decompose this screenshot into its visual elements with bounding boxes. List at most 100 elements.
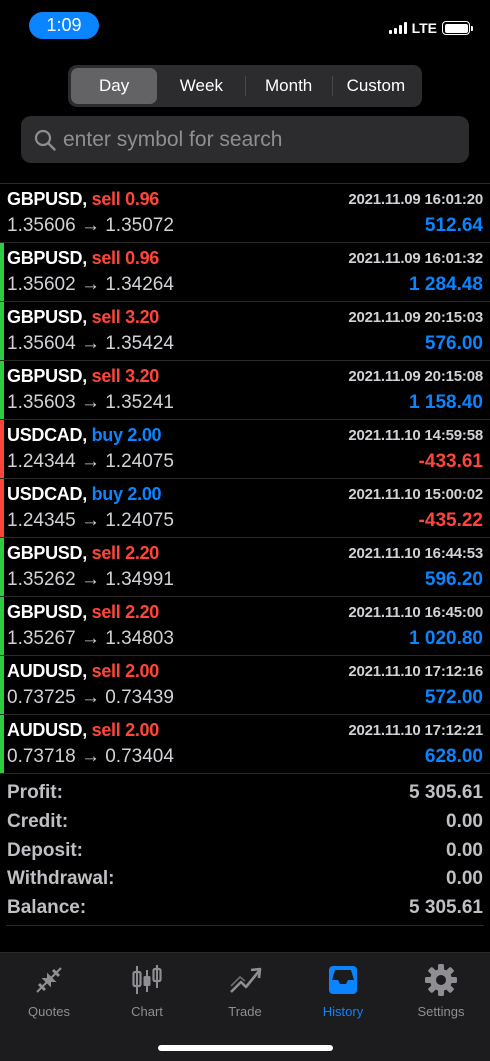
deal-status-bar [0, 597, 4, 655]
search-input[interactable] [63, 127, 463, 152]
summary-label: Balance: [7, 897, 87, 919]
deal-title: GBPUSD, sell 2.20 [7, 602, 159, 623]
deal-volume: 0.96 [125, 248, 159, 268]
deal-row[interactable]: GBPUSD, sell 0.96 2021.11.09 16:01:20 1.35… [0, 184, 490, 243]
deal-profit: -435.22 [418, 510, 483, 531]
deal-side: sell [91, 661, 121, 681]
deal-status-bar [0, 656, 4, 714]
deal-symbol: GBPUSD, [7, 189, 87, 209]
tabbar-settings[interactable]: Settings [392, 953, 490, 1025]
tabbar-settings-label: Settings [417, 1004, 465, 1019]
deal-prices: 0.73725 → 0.73439 [7, 687, 174, 708]
deal-profit: 596.20 [424, 569, 483, 590]
summary-row: Withdrawal: 0.00 [0, 865, 490, 894]
summary-label: Deposit: [7, 839, 83, 861]
tab-custom-label: Custom [346, 76, 406, 95]
search-bar[interactable] [21, 116, 469, 163]
tab-month[interactable]: Month [246, 68, 332, 104]
deal-row[interactable]: AUDUSD, sell 2.00 2021.11.10 17:12:21 0.73… [0, 715, 490, 774]
deal-time: 2021.11.10 17:12:16 [348, 663, 483, 680]
period-segmented-control: Day Week Month Custom [68, 65, 422, 107]
candlestick-chart-icon [132, 965, 162, 994]
deal-row[interactable]: GBPUSD, sell 0.96 2021.11.09 16:01:32 1.35… [0, 243, 490, 302]
deal-side: sell [91, 248, 121, 268]
tabbar-chart[interactable]: Chart [98, 953, 196, 1025]
deal-status-bar [0, 184, 4, 242]
deal-prices: 1.24344 → 1.24075 [7, 451, 174, 472]
battery-icon [442, 21, 473, 35]
deal-volume: 2.00 [127, 425, 162, 445]
deal-status-bar [0, 479, 4, 537]
deal-row[interactable]: USDCAD, buy 2.00 2021.11.10 15:00:02 1.243… [0, 479, 490, 538]
tab-day-label: Day [99, 76, 130, 95]
deal-side: sell [91, 543, 121, 563]
deal-volume: 2.20 [125, 602, 159, 622]
deal-time: 2021.11.10 15:00:02 [348, 486, 483, 503]
tabbar-history[interactable]: History [294, 953, 392, 1025]
tab-month-label: Month [265, 76, 313, 95]
tab-week[interactable]: Week [158, 68, 244, 104]
deal-row[interactable]: GBPUSD, sell 2.20 2021.11.10 16:45:00 1.35… [0, 597, 490, 656]
deal-volume: 3.20 [125, 366, 159, 386]
status-time[interactable]: 1:09 [29, 12, 99, 39]
status-indicators: LTE [388, 20, 473, 36]
deal-time: 2021.11.10 16:44:53 [348, 545, 483, 562]
deal-symbol: AUDUSD, [7, 661, 87, 681]
deal-prices: 1.24345 → 1.24075 [7, 510, 174, 531]
summary-row: Balance: 5 305.61 [0, 894, 490, 923]
deal-volume: 3.20 [125, 307, 159, 327]
deal-row[interactable]: AUDUSD, sell 2.00 2021.11.10 17:12:16 0.73… [0, 656, 490, 715]
deal-title: AUDUSD, sell 2.00 [7, 661, 159, 682]
deal-row[interactable]: GBPUSD, sell 2.20 2021.11.10 16:44:53 1.35… [0, 538, 490, 597]
summary-label: Withdrawal: [7, 868, 115, 890]
summary-value: 0.00 [446, 839, 483, 861]
summary-label: Credit: [7, 811, 69, 833]
deal-symbol: GBPUSD, [7, 602, 87, 622]
deal-status-bar [0, 715, 4, 773]
deal-row[interactable]: USDCAD, buy 2.00 2021.11.10 14:59:58 1.243… [0, 420, 490, 479]
deal-status-bar [0, 420, 4, 478]
deal-title: GBPUSD, sell 3.20 [7, 307, 159, 328]
tab-custom[interactable]: Custom [333, 68, 419, 104]
trade-trend-icon [230, 967, 262, 993]
summary-value: 5 305.61 [409, 782, 483, 804]
deal-prices: 1.35267 → 1.34803 [7, 628, 174, 649]
deal-symbol: GBPUSD, [7, 248, 87, 268]
deal-title: USDCAD, buy 2.00 [7, 484, 162, 505]
history-summary: Profit: 5 305.61 Credit: 0.00 Deposit: 0.00 Wi… [0, 779, 490, 926]
summary-row: Credit: 0.00 [0, 808, 490, 837]
deal-time: 2021.11.10 17:12:21 [348, 722, 483, 739]
deal-profit: 576.00 [424, 333, 483, 354]
deal-title: GBPUSD, sell 0.96 [7, 189, 159, 210]
tabbar-trade-label: Trade [228, 1004, 262, 1019]
tabbar-chart-label: Chart [131, 1004, 163, 1019]
deal-row[interactable]: GBPUSD, sell 3.20 2021.11.09 20:15:08 1.35… [0, 361, 490, 420]
deal-prices: 1.35262 → 1.34991 [7, 569, 174, 590]
deal-title: GBPUSD, sell 2.20 [7, 543, 159, 564]
cellular-signal-icon [388, 22, 407, 34]
tabbar-trade[interactable]: Trade [196, 953, 294, 1025]
deal-volume: 2.00 [125, 720, 159, 740]
tab-day[interactable]: Day [71, 68, 158, 104]
deal-prices: 1.35606 → 1.35072 [7, 215, 174, 236]
deal-status-bar [0, 302, 4, 360]
tabbar-quotes[interactable]: Quotes [0, 953, 98, 1025]
deal-volume: 2.00 [127, 484, 162, 504]
deal-time: 2021.11.09 16:01:32 [348, 250, 483, 267]
status-bar: 1:09 LTE [0, 0, 490, 54]
deal-side: sell [91, 189, 121, 209]
deal-side: sell [91, 720, 121, 740]
deal-profit: 628.00 [424, 746, 483, 767]
deal-profit: 1 284.48 [409, 274, 483, 295]
deal-side: buy [91, 425, 123, 445]
tabbar-quotes-label: Quotes [28, 1004, 70, 1019]
deal-profit: 1 020.80 [409, 628, 483, 649]
bottom-tab-bar: Quotes Chart Trade History Settings [0, 952, 490, 1061]
tab-week-label: Week [179, 76, 223, 95]
deal-symbol: AUDUSD, [7, 720, 87, 740]
deal-row[interactable]: GBPUSD, sell 3.20 2021.11.09 20:15:03 1.35… [0, 302, 490, 361]
inbox-history-icon [329, 966, 357, 994]
deal-side: sell [91, 307, 121, 327]
deal-time: 2021.11.10 16:45:00 [348, 604, 483, 621]
deal-profit: 1 158.40 [409, 392, 483, 413]
